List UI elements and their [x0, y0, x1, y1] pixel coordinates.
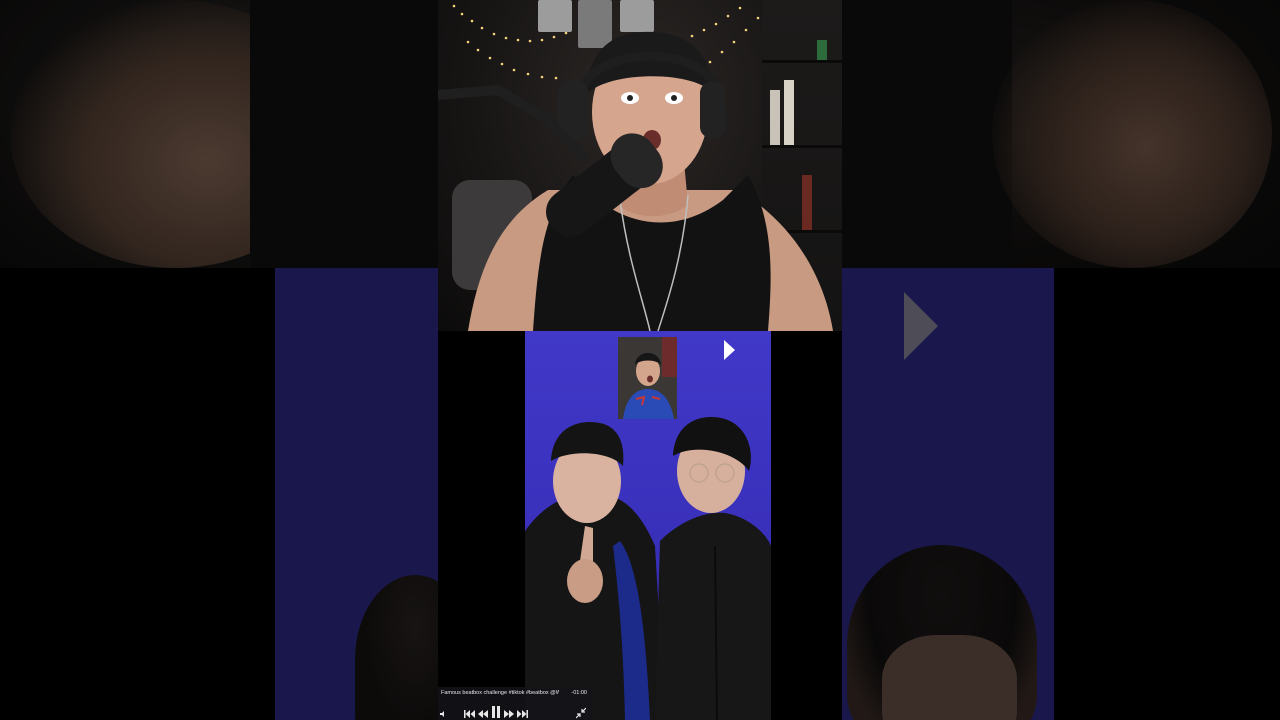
skip-back-icon[interactable]: [464, 708, 475, 720]
volume-icon[interactable]: [440, 708, 450, 720]
play-icon[interactable]: [724, 340, 735, 360]
background-arm: [992, 0, 1272, 268]
reactor-person: [438, 31, 833, 331]
mini-player-time: -01:00: [571, 690, 587, 696]
mini-player-bar[interactable]: Famous beatbox challenge #tiktok #beatbo…: [438, 687, 593, 720]
reactor-webcam: [438, 0, 842, 331]
shorts-video-frame[interactable]: Famous beatbox challenge #tiktok #beatbo…: [0, 0, 1280, 720]
video-player[interactable]: Famous beatbox challenge #tiktok #beatbo…: [438, 331, 842, 720]
background-shirt: [250, 0, 438, 268]
background-face: [882, 635, 1017, 720]
mini-player-controls: [438, 704, 593, 720]
pip-person: [618, 337, 677, 419]
mini-player-title[interactable]: Famous beatbox challenge #tiktok #beatbo…: [441, 690, 559, 697]
exit-fullscreen-icon[interactable]: [576, 707, 586, 719]
picture-in-picture-thumbnail: [618, 337, 677, 419]
background-blur-right: [842, 0, 1280, 720]
background-black-band: [1054, 268, 1280, 720]
tiktok-video: [525, 331, 771, 720]
main-video[interactable]: Famous beatbox challenge #tiktok #beatbo…: [438, 0, 842, 720]
fast-forward-icon[interactable]: [504, 708, 514, 720]
rewind-icon[interactable]: [478, 708, 488, 720]
background-shirt: [842, 0, 1012, 268]
pause-icon[interactable]: [491, 706, 501, 718]
background-play-icon: [904, 292, 938, 360]
background-black-band: [0, 268, 275, 720]
background-blur-left: [0, 0, 438, 720]
skip-forward-icon[interactable]: [517, 708, 528, 720]
